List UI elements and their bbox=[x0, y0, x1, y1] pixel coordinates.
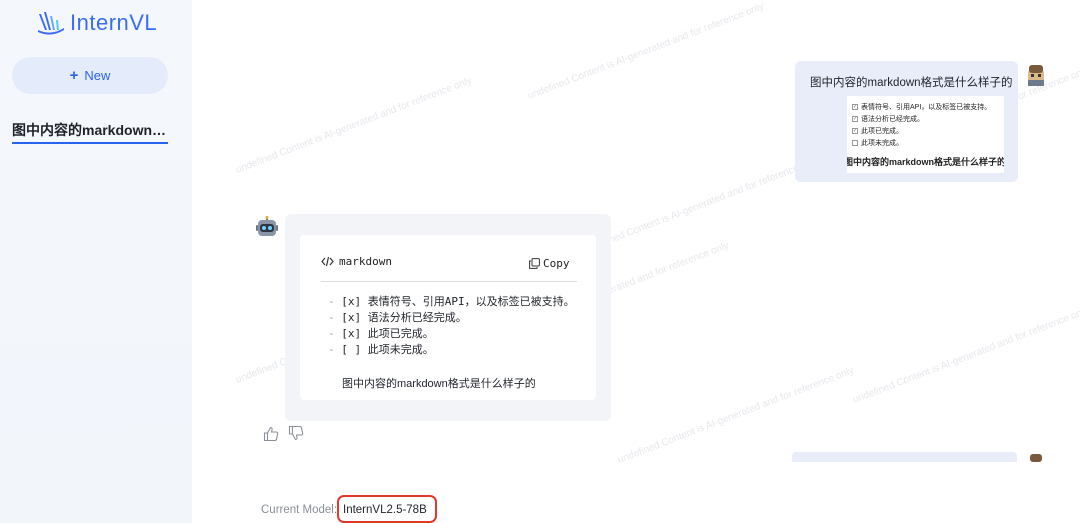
user-message-text: 图中内容的markdown格式是什么样子的 bbox=[810, 77, 1013, 89]
copy-label: Copy bbox=[543, 257, 570, 270]
copy-button[interactable]: Copy bbox=[529, 257, 570, 270]
code-bullet: - bbox=[328, 295, 335, 308]
code-line: - [x] 此项已完成。 bbox=[328, 325, 434, 341]
new-chat-label: New bbox=[84, 68, 111, 83]
image-line: ✓ 表情符号、引用API，以及标签已被支持。 bbox=[852, 102, 991, 112]
code-line: - [ ] 此项未完成。 bbox=[328, 341, 434, 357]
code-icon bbox=[321, 256, 334, 267]
history-item[interactable]: 图中内容的markdown格... bbox=[12, 120, 168, 144]
logo-text: InternVL bbox=[70, 10, 158, 35]
user-message-bubble bbox=[792, 452, 1017, 462]
code-language: markdown bbox=[339, 255, 392, 268]
checkbox-empty-icon bbox=[852, 140, 858, 146]
user-avatar-icon bbox=[1028, 65, 1044, 86]
code-text: [x] 语法分析已经完成。 bbox=[341, 311, 467, 324]
chat-app: InternVL + New 图中内容的markdown格... undefin… bbox=[0, 0, 1080, 523]
code-line: - [x] 语法分析已经完成。 bbox=[328, 309, 467, 325]
code-bullet: - bbox=[328, 327, 335, 340]
code-trailing-text: 图中内容的markdown格式是什么样子的 bbox=[342, 378, 536, 390]
copy-icon bbox=[529, 258, 540, 269]
image-line: ✓ 语法分析已经完成。 bbox=[852, 114, 924, 124]
code-line: - [x] 表情符号、引用API，以及标签已被支持。 bbox=[328, 293, 575, 309]
image-line-text: 语法分析已经完成。 bbox=[861, 116, 924, 123]
logo-icon bbox=[38, 12, 64, 35]
code-text: [x] 表情符号、引用API，以及标签已被支持。 bbox=[341, 295, 575, 308]
bot-message-bubble: markdown Copy - [x] 表情符号、引用API，以及标签已被支持。… bbox=[285, 214, 611, 421]
image-line-text: 此项已完成。 bbox=[861, 128, 903, 135]
watermark: undefined Content is AI-generated and fo… bbox=[851, 305, 1080, 406]
logo: InternVL bbox=[36, 10, 157, 36]
thumbs-up-icon[interactable] bbox=[263, 426, 279, 442]
watermark: undefined Content is AI-generated and fo… bbox=[581, 155, 821, 256]
code-text: [x] 此项已完成。 bbox=[341, 327, 434, 340]
current-model-label: Current Model: bbox=[261, 504, 338, 516]
image-line-text: 表情符号、引用API，以及标签已被支持。 bbox=[861, 104, 992, 111]
image-title: 图中内容的markdown格式是什么样子的 bbox=[847, 157, 1004, 167]
code-bullet: - bbox=[328, 343, 335, 356]
code-header: markdown bbox=[321, 255, 392, 268]
code-bullet: - bbox=[328, 311, 335, 324]
thumbs-down-icon[interactable] bbox=[288, 425, 304, 441]
user-avatar-icon bbox=[1030, 454, 1042, 462]
checkbox-checked-icon: ✓ bbox=[852, 116, 858, 122]
image-line: ✓ 此项已完成。 bbox=[852, 126, 903, 136]
image-line-text: 此项未完成。 bbox=[861, 140, 903, 147]
code-divider bbox=[321, 281, 577, 282]
watermark: undefined Content is AI-generated and fo… bbox=[616, 365, 856, 466]
user-message-bubble: 图中内容的markdown格式是什么样子的 ✓ 表情符号、引用API，以及标签已… bbox=[795, 61, 1018, 182]
watermark: undefined Content is AI-generated and fo… bbox=[234, 75, 474, 176]
plus-icon: + bbox=[69, 67, 79, 84]
checkbox-checked-icon: ✓ bbox=[852, 104, 858, 110]
new-chat-button[interactable]: + New bbox=[12, 57, 168, 94]
bot-avatar-icon bbox=[256, 216, 278, 236]
checkbox-checked-icon: ✓ bbox=[852, 128, 858, 134]
image-line: 此项未完成。 bbox=[852, 138, 903, 148]
watermark: undefined Content is AI-generated and fo… bbox=[526, 1, 766, 102]
code-text: [ ] 此项未完成。 bbox=[341, 343, 434, 356]
sidebar: InternVL + New 图中内容的markdown格... bbox=[0, 0, 192, 523]
current-model-name[interactable]: InternVL2.5-78B bbox=[343, 504, 427, 516]
attached-image[interactable]: ✓ 表情符号、引用API，以及标签已被支持。 ✓ 语法分析已经完成。 ✓ 此项已… bbox=[847, 96, 1004, 173]
code-block: markdown Copy - [x] 表情符号、引用API，以及标签已被支持。… bbox=[300, 235, 596, 400]
